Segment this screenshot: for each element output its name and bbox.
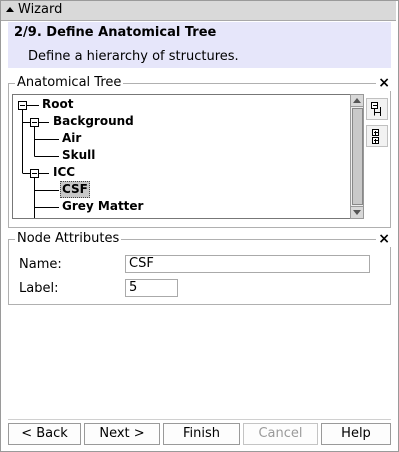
tree-node-skull[interactable]: Skull (61, 148, 96, 163)
node-attributes-legend: Node Attributes (15, 231, 122, 247)
tree-node-root[interactable]: Root (41, 97, 74, 112)
collapse-tree-icon (371, 102, 381, 116)
tree-node-background[interactable]: Background (52, 114, 135, 129)
name-field[interactable]: CSF (125, 255, 370, 273)
name-label: Name: (19, 257, 62, 272)
back-button[interactable]: < Back (8, 423, 81, 445)
step-title: 2/9. Define Anatomical Tree (14, 25, 217, 40)
scroll-up-arrow-icon[interactable] (351, 95, 363, 107)
step-header: 2/9. Define Anatomical Tree Define a hie… (8, 22, 391, 68)
tree-node-icc[interactable]: ICC (52, 165, 76, 180)
expand-tree-button[interactable] (366, 125, 388, 147)
tree-node-grey-matter[interactable]: Grey Matter (61, 199, 144, 214)
anatomical-tree-legend: Anatomical Tree (15, 75, 124, 91)
anatomical-tree[interactable]: Root Background Air Skull ICC CSF Grey M… (12, 94, 351, 219)
window-title: Wizard (18, 2, 63, 17)
tree-scrollbar[interactable] (350, 94, 364, 219)
title-bar[interactable]: Wizard (1, 1, 396, 21)
collapse-tree-button[interactable] (366, 98, 388, 120)
scroll-thumb[interactable] (352, 108, 363, 205)
step-description: Define a hierarchy of structures. (28, 49, 239, 64)
node-attributes-group: Node Attributes × Name: CSF Label: 5 (8, 231, 392, 305)
expand-tree-icon (372, 129, 379, 144)
help-button[interactable]: Help (321, 423, 391, 445)
wizard-button-bar: < Back Next > Finish Cancel Help (8, 423, 393, 445)
next-button[interactable]: Next > (84, 423, 160, 445)
tree-node-csf-selected[interactable]: CSF (60, 181, 90, 198)
close-icon[interactable]: × (376, 231, 392, 247)
anatomical-tree-group: Anatomical Tree × Root Background Air Sk… (8, 75, 392, 228)
close-icon[interactable]: × (376, 75, 392, 91)
button-separator (8, 419, 391, 420)
collapse-arrow-icon[interactable] (6, 7, 14, 12)
label-label: Label: (19, 281, 59, 296)
finish-button[interactable]: Finish (163, 423, 240, 445)
tree-node-air[interactable]: Air (61, 131, 82, 146)
cancel-button[interactable]: Cancel (243, 423, 318, 445)
scroll-down-arrow-icon[interactable] (351, 206, 363, 218)
label-field[interactable]: 5 (125, 279, 178, 297)
